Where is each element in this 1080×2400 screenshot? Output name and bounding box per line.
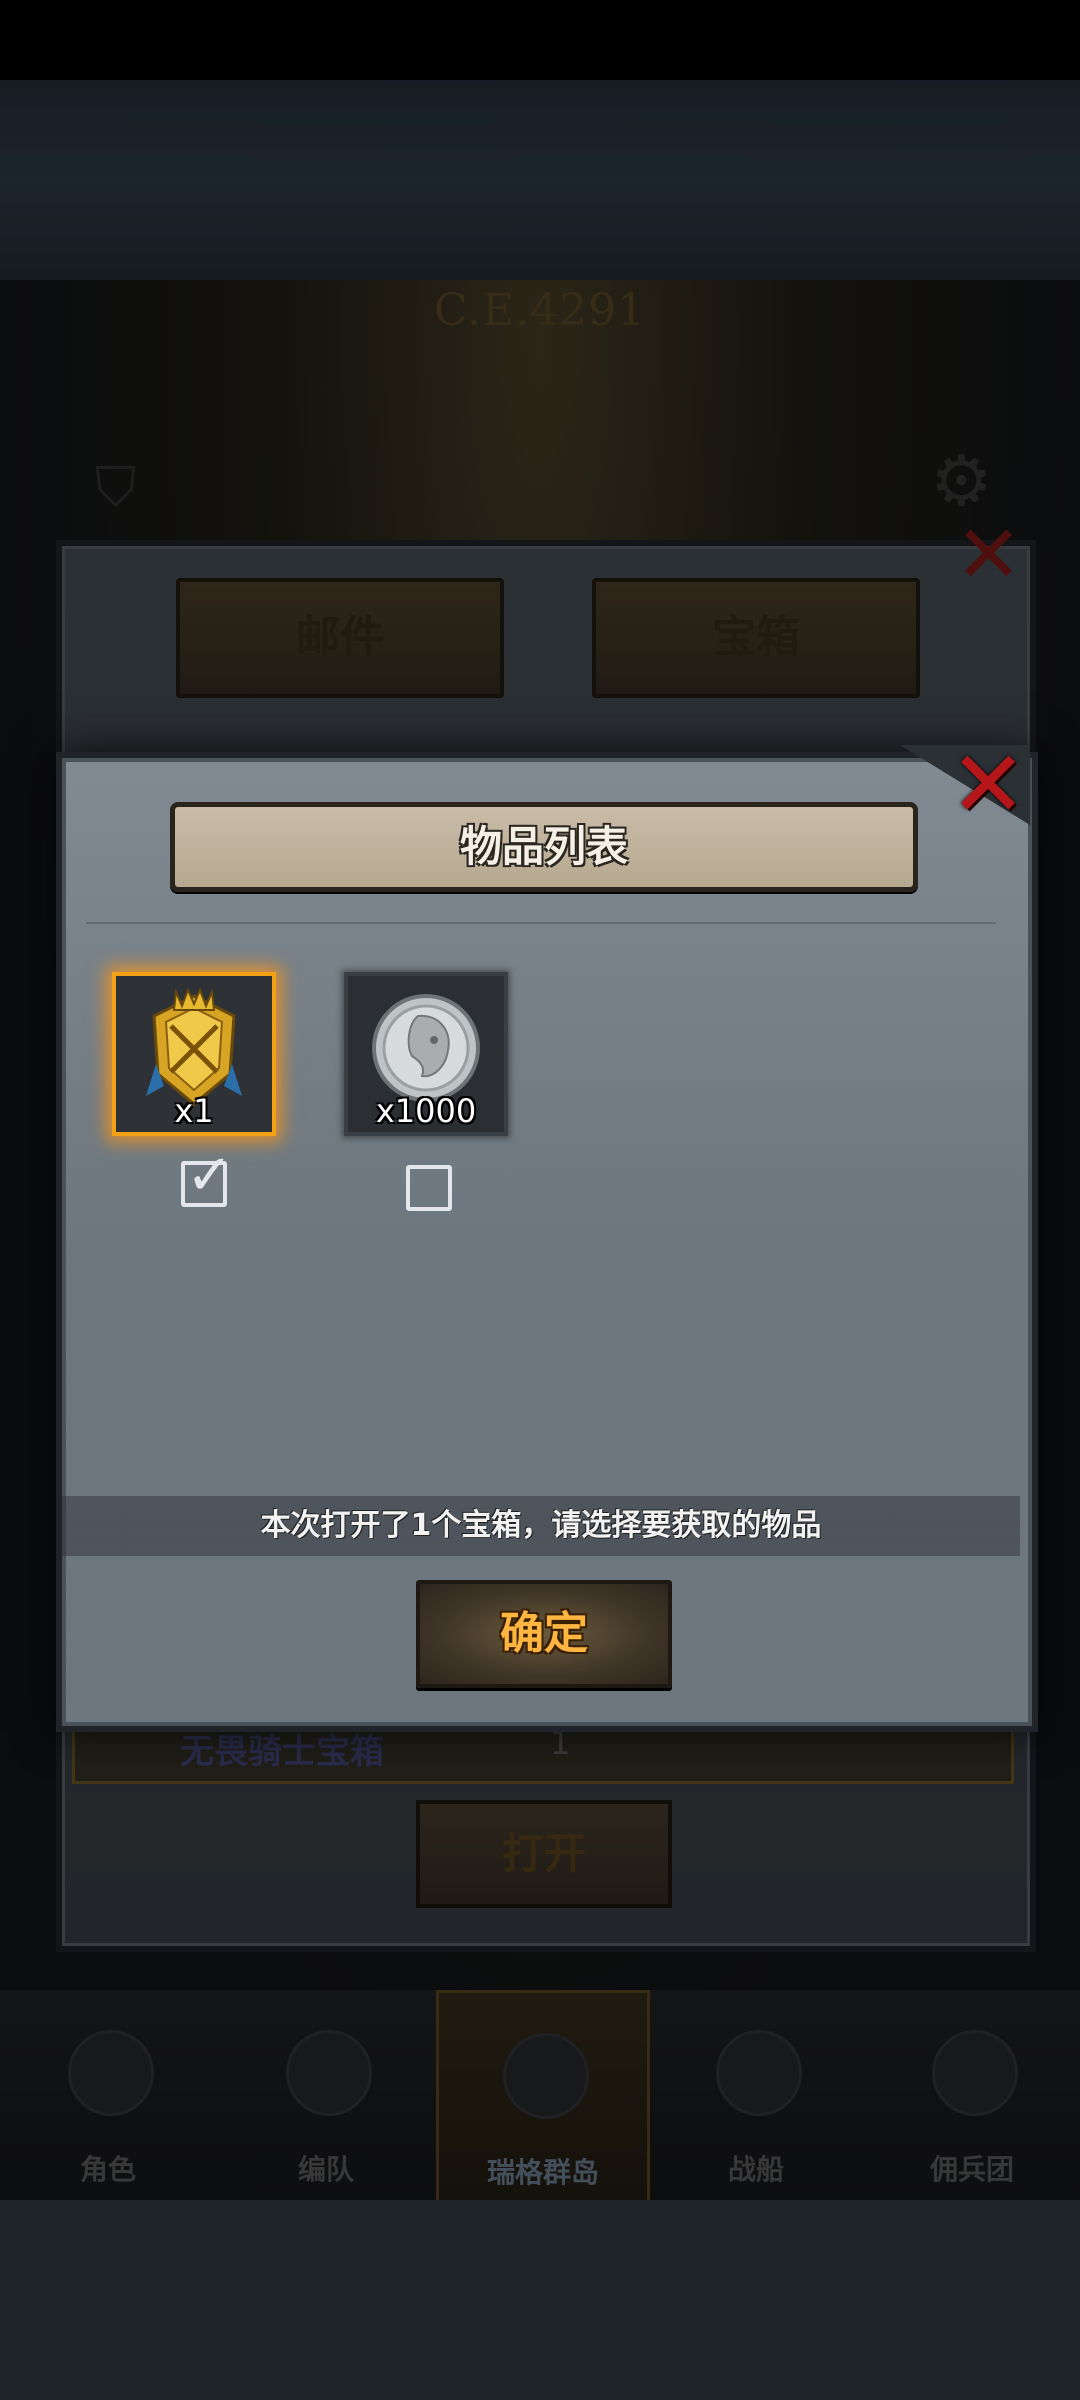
checkbox-empty-icon[interactable] <box>406 1165 452 1211</box>
item-quantity: x1 <box>174 1092 214 1130</box>
item-slot-golden-crest[interactable]: x1 <box>112 972 276 1136</box>
instruction-text: 本次打开了1个宝箱，请选择要获取的物品 <box>260 1508 822 1543</box>
item-quantity: x1000 <box>375 1092 477 1130</box>
item-slot-silver-coin[interactable]: x1000 <box>344 972 508 1136</box>
confirm-button-label[interactable]: 确定 <box>416 1580 672 1688</box>
modal-title: 物品列表 <box>459 822 628 871</box>
close-icon[interactable]: ✕ <box>948 739 1028 831</box>
checkmark-icon: ✓ <box>186 1143 233 1208</box>
divider <box>86 922 996 924</box>
